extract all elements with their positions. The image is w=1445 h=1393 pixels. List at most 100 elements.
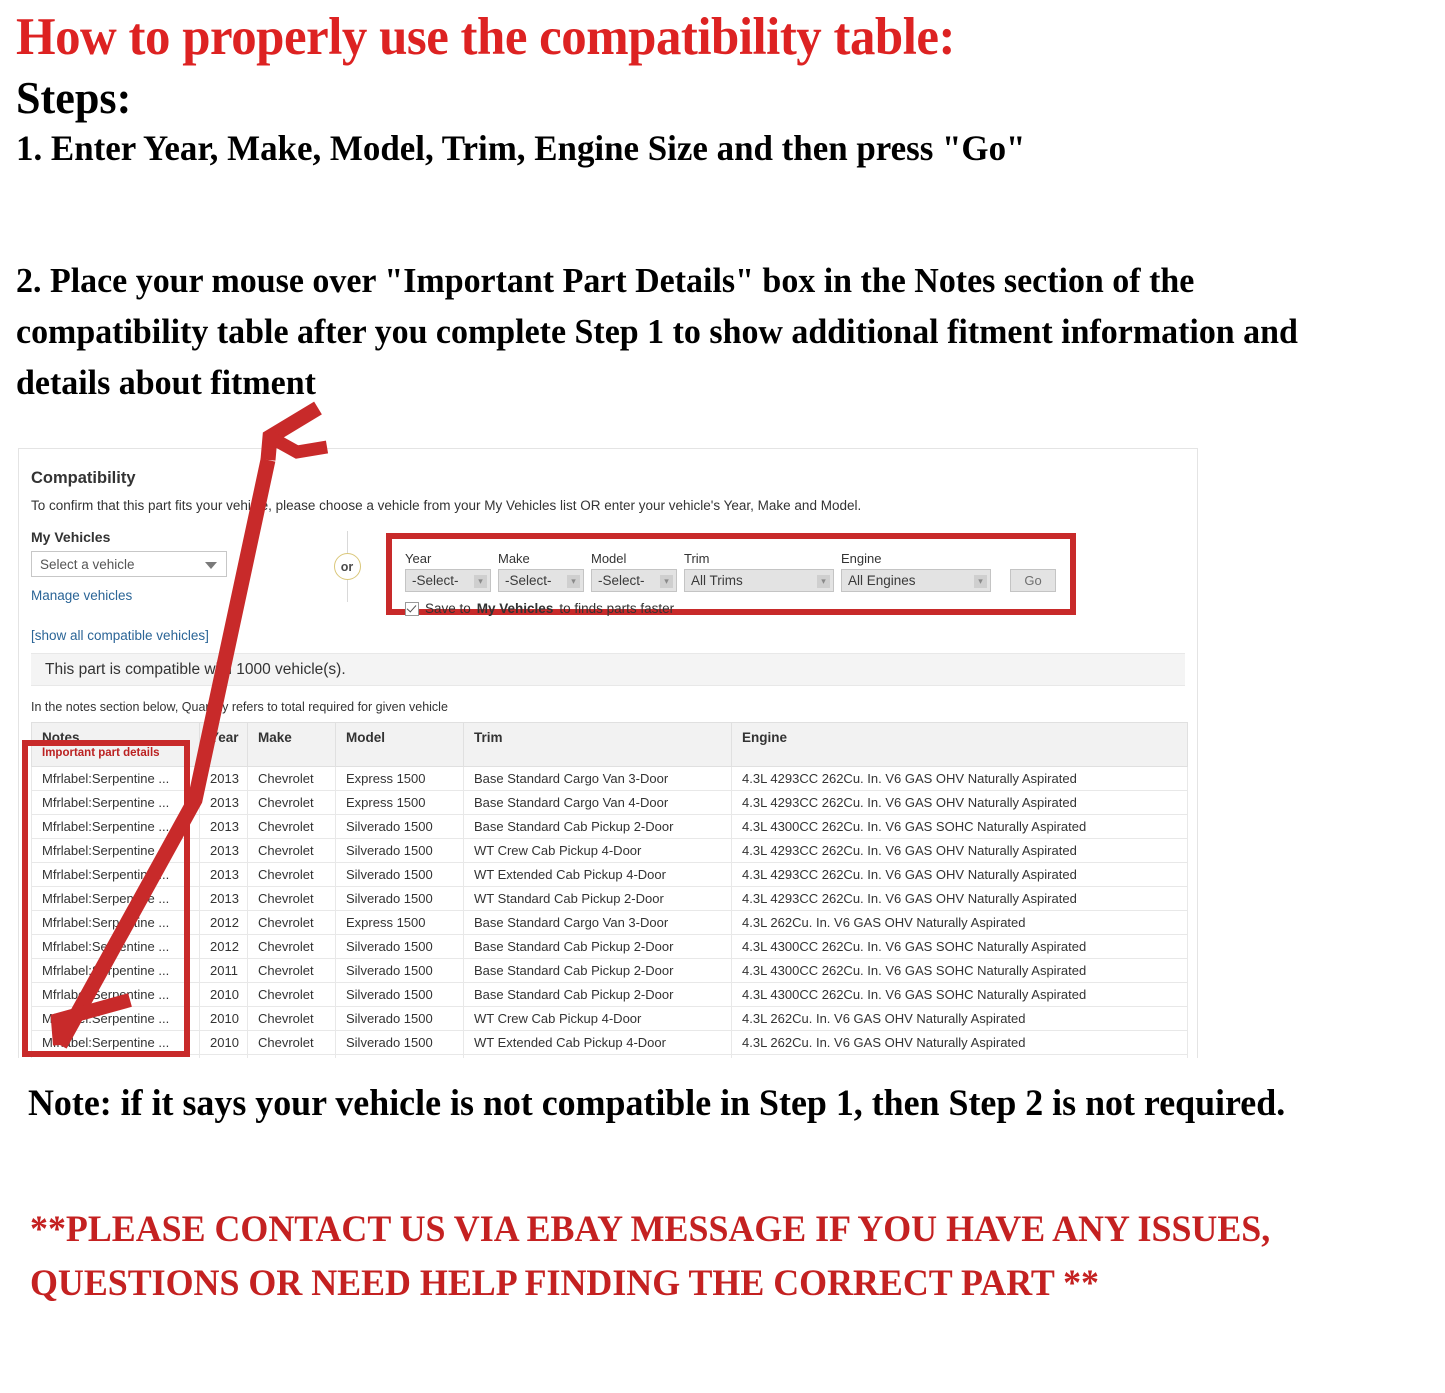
chevron-down-icon: ▾ <box>474 575 487 588</box>
trim-select[interactable]: All Trims ▾ <box>684 569 834 592</box>
chevron-down-icon: ▾ <box>817 575 830 588</box>
compatibility-heading: Compatibility <box>31 469 136 487</box>
save-bold-text: My Vehicles <box>476 601 554 616</box>
cell-engine: 4.3L 4300CC 262Cu. In. V6 GAS SOHC Natur… <box>731 982 1188 1007</box>
cell-trim: Base Standard Cab Pickup 2-Door <box>463 814 732 839</box>
table-row: Mfrlabel:Serpentine ... 2011 Chevrolet Silv… <box>31 958 1188 983</box>
make-select-value: -Select- <box>505 573 552 588</box>
cell-year: 2013 <box>199 838 248 863</box>
cell-engine: 4.3L 4300CC 262Cu. In. V6 GAS SOHC Natur… <box>731 934 1188 959</box>
table-row: Mfrlabel:Serpentine ...2010ChevroletSilv… <box>31 1054 1188 1058</box>
cell-engine: 4.3L 4300CC 262Cu. In. V6 GAS SOHC Natur… <box>731 958 1188 983</box>
cell-model: Silverado 1500 <box>335 1054 464 1058</box>
make-label: Make <box>498 551 530 566</box>
save-to-my-vehicles-checkbox[interactable] <box>405 601 419 616</box>
column-header-year: Year <box>199 722 248 767</box>
cell-make: Chevrolet <box>247 862 336 887</box>
cell-trim: Base Standard Cab Pickup 2-Door <box>463 958 732 983</box>
column-header-engine: Engine <box>731 722 1188 767</box>
cell-model: Silverado 1500 <box>335 982 464 1007</box>
model-field: Model -Select- ▾ <box>591 551 677 592</box>
cell-trim: Base Standard Cab Pickup 2-Door <box>463 982 732 1007</box>
cell-make: Chevrolet <box>247 790 336 815</box>
engine-select[interactable]: All Engines ▾ <box>841 569 991 592</box>
cell-notes[interactable]: Mfrlabel:Serpentine ... <box>31 838 200 863</box>
cell-engine: 4.3L 4293CC 262Cu. In. V6 GAS OHV Natura… <box>731 838 1188 863</box>
make-select[interactable]: -Select- ▾ <box>498 569 584 592</box>
table-row: Mfrlabel:Serpentine ... 2012 Chevrolet Silv… <box>31 934 1188 959</box>
contact-text: **PLEASE CONTACT US VIA EBAY MESSAGE IF … <box>30 1209 1271 1304</box>
manage-vehicles-link[interactable]: Manage vehicles <box>31 588 281 603</box>
or-line-top <box>346 531 348 553</box>
table-row: Mfrlabel:Serpentine ... 2012 Chevrolet Expr… <box>31 910 1188 935</box>
chevron-down-icon: ▾ <box>660 575 673 588</box>
cell-trim: Base Standard Cab Pickup 2-Door <box>463 934 732 959</box>
year-select[interactable]: -Select- ▾ <box>405 569 491 592</box>
cell-notes[interactable]: Mfrlabel:Serpentine ... <box>31 1006 200 1031</box>
or-badge: or <box>333 553 361 580</box>
cell-trim: WT Standard Cab Pickup 2-Door <box>463 886 732 911</box>
cell-engine: 4.3L 262Cu. In. V6 GAS OHV Naturally Asp… <box>731 1054 1188 1058</box>
cell-notes[interactable]: Mfrlabel:Serpentine ... <box>31 910 200 935</box>
table-header-row: Notes Important part details Year Make M… <box>31 722 1188 767</box>
notes-hint-text: In the notes section below, Quantity ref… <box>31 700 448 714</box>
cell-make: Chevrolet <box>247 1054 336 1058</box>
compatibility-subtitle: To confirm that this part fits your vehi… <box>31 498 862 513</box>
year-field: Year -Select- ▾ <box>405 551 491 592</box>
cell-year: 2013 <box>199 862 248 887</box>
cell-model: Silverado 1500 <box>335 886 464 911</box>
cell-engine: 4.3L 262Cu. In. V6 GAS OHV Naturally Asp… <box>731 1030 1188 1055</box>
cell-notes[interactable]: Mfrlabel:Serpentine ... <box>31 790 200 815</box>
cell-make: Chevrolet <box>247 934 336 959</box>
model-select-value: -Select- <box>598 573 645 588</box>
cell-engine: 4.3L 4293CC 262Cu. In. V6 GAS OHV Natura… <box>731 862 1188 887</box>
or-line-bottom <box>346 580 348 602</box>
table-row: Mfrlabel:Serpentine ... 2013 Chevrolet Silv… <box>31 838 1188 863</box>
cell-notes[interactable]: Mfrlabel:Serpentine ... <box>31 982 200 1007</box>
cell-notes[interactable]: Mfrlabel:Serpentine ... <box>31 886 200 911</box>
cell-notes[interactable]: Mfrlabel:Serpentine ... <box>31 1030 200 1055</box>
my-vehicles-select-value: Select a vehicle <box>40 556 135 572</box>
cell-notes[interactable]: Mfrlabel:Serpentine ... <box>31 862 200 887</box>
instructions-block: How to properly use the compatibility ta… <box>16 9 1416 168</box>
cell-trim: WT Crew Cab Pickup 4-Door <box>463 838 732 863</box>
my-vehicles-label: My Vehicles <box>31 529 111 545</box>
cell-notes[interactable]: Mfrlabel:Serpentine ... <box>31 958 200 983</box>
cell-trim: Base Standard Cargo Van 3-Door <box>463 766 732 791</box>
cell-notes[interactable]: Mfrlabel:Serpentine ... <box>31 934 200 959</box>
cell-model: Express 1500 <box>335 766 464 791</box>
my-vehicles-select[interactable]: Select a vehicle <box>31 551 227 577</box>
table-row: Mfrlabel:Serpentine ... 2013 Chevrolet Silv… <box>31 814 1188 839</box>
cell-make: Chevrolet <box>247 838 336 863</box>
table-row: Mfrlabel:Serpentine ... 2013 Chevrolet Expr… <box>31 766 1188 791</box>
cell-year: 2012 <box>199 934 248 959</box>
cell-year: 2010 <box>199 982 248 1007</box>
cell-make: Chevrolet <box>247 814 336 839</box>
step-1-text: 1. Enter Year, Make, Model, Trim, Engine… <box>16 127 1026 168</box>
cell-notes[interactable]: Mfrlabel:Serpentine ... <box>31 814 200 839</box>
column-header-trim: Trim <box>463 722 732 767</box>
save-to-my-vehicles-row[interactable]: Save to My Vehicles to finds parts faste… <box>392 592 1070 616</box>
show-all-compatible-vehicles-link[interactable]: [show all compatible vehicles] <box>31 628 281 643</box>
cell-trim: WT Extended Cab Pickup 4-Door <box>463 862 732 887</box>
table-row: Mfrlabel:Serpentine ...2010ChevroletSilv… <box>31 1030 1188 1055</box>
cell-model: Silverado 1500 <box>335 814 464 839</box>
cell-year: 2013 <box>199 790 248 815</box>
engine-field: Engine All Engines ▾ <box>841 551 991 592</box>
notes-header-label: Notes <box>42 730 80 745</box>
cell-year: 2013 <box>199 766 248 791</box>
cell-model: Silverado 1500 <box>335 862 464 887</box>
vehicle-chooser: My Vehicles Select a vehicle Manage vehi… <box>31 529 1185 647</box>
column-header-make: Make <box>247 722 336 767</box>
cell-engine: 4.3L 262Cu. In. V6 GAS OHV Naturally Asp… <box>731 1006 1188 1031</box>
trim-label: Trim <box>684 551 710 566</box>
make-field: Make -Select- ▾ <box>498 551 584 592</box>
my-vehicles-section: My Vehicles Select a vehicle Manage vehi… <box>31 529 281 643</box>
cell-notes[interactable]: Mfrlabel:Serpentine ... <box>31 1054 200 1058</box>
fitment-table-body: Mfrlabel:Serpentine ... 2013 Chevrolet Expr… <box>31 766 1188 1058</box>
cell-notes[interactable]: Mfrlabel:Serpentine ... <box>31 766 200 791</box>
vehicle-finder-row: Year -Select- ▾ Make -Select- ▾ Model -S… <box>392 539 1070 592</box>
go-button[interactable]: Go <box>1010 569 1056 592</box>
steps-label: Steps: <box>16 71 132 123</box>
model-select[interactable]: -Select- ▾ <box>591 569 677 592</box>
